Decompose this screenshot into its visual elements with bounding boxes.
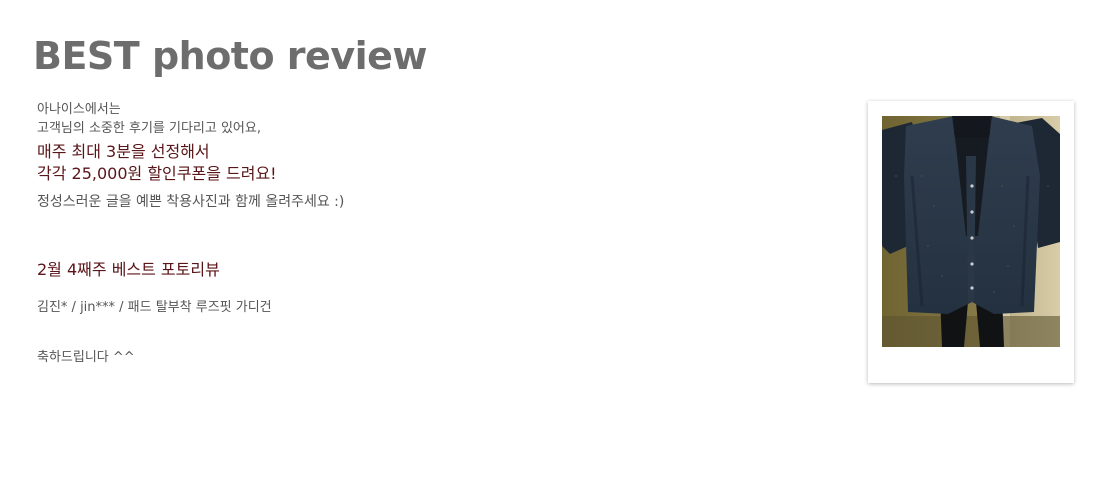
intro-line-2: 고객님의 소중한 후기를 기다리고 있어요,	[37, 121, 261, 136]
best-review-page: BEST photo review 아나이스에서는 고객님의 소중한 후기를 기…	[0, 0, 1100, 500]
intro-text-block: 아나이스에서는 고객님의 소중한 후기를 기다리고 있어요, 매주 최대 3분을…	[37, 100, 637, 212]
review-photo[interactable]	[882, 116, 1060, 347]
weekly-best-title: 2월 4째주 베스트 포토리뷰	[37, 260, 220, 279]
review-photo-card[interactable]	[868, 101, 1074, 383]
intro-line-1: 아나이스에서는	[37, 102, 121, 117]
coupon-highlight: 매주 최대 3분을 선정해서 각각 25,000원 할인쿠폰을 드려요!	[37, 141, 637, 185]
winner-info: 김진* / jin*** / 패드 탈부착 루즈핏 가디건	[37, 300, 272, 315]
page-title: BEST photo review	[33, 34, 428, 78]
highlight-line-2: 각각 25,000원 할인쿠폰을 드려요!	[37, 164, 277, 183]
congrats-message: 축하드립니다 ^^	[37, 350, 135, 365]
highlight-line-1: 매주 최대 3분을 선정해서	[37, 142, 210, 161]
cardigan-photo-image	[882, 116, 1060, 347]
intro-line-3: 정성스러운 글을 예쁜 착용사진과 함께 올려주세요 :)	[37, 194, 345, 210]
